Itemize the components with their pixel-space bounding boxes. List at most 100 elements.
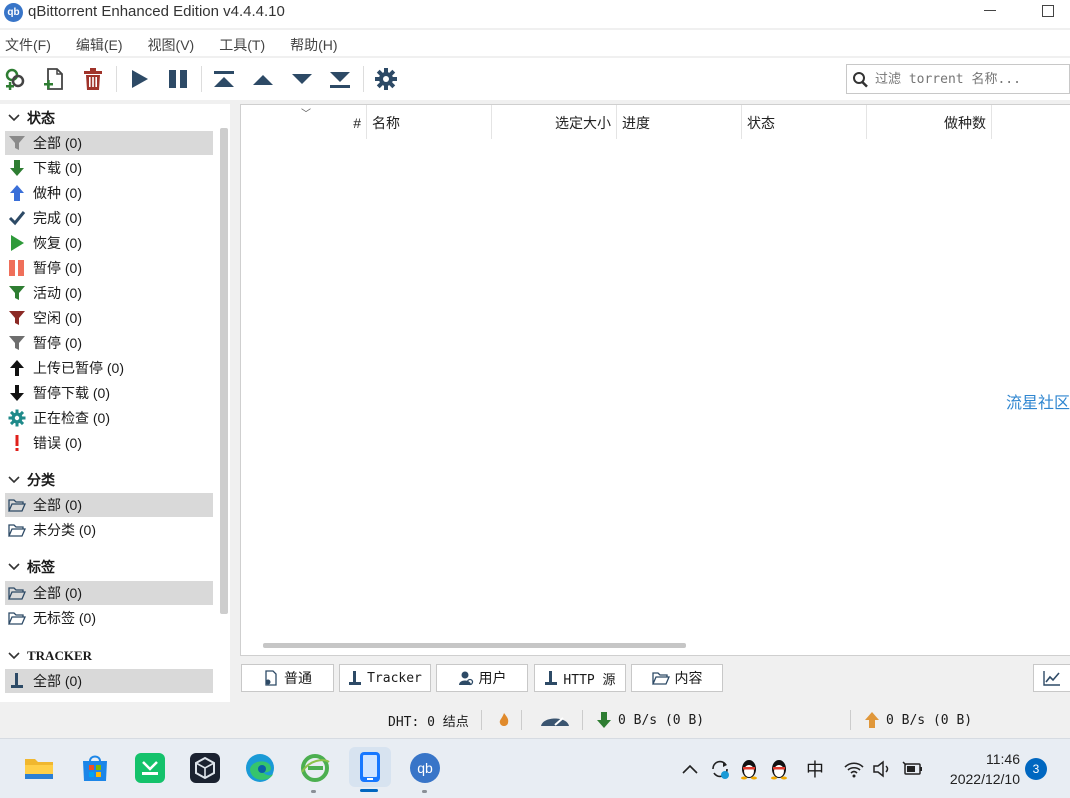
tab-tracker[interactable]: Tracker [339, 664, 431, 692]
delete-torrent-button[interactable] [79, 65, 107, 93]
column-header-size[interactable]: 选定大小 [492, 105, 617, 139]
tray-volume[interactable] [871, 757, 895, 781]
alt-speed-limit-toggle[interactable] [539, 711, 571, 727]
options-gear-icon [375, 68, 397, 90]
tracker-section-header[interactable]: TRACKER [7, 645, 92, 667]
sidebar-scrollbar[interactable] [220, 128, 228, 614]
chevron-down-icon [8, 652, 20, 660]
tray-sync[interactable] [708, 757, 732, 781]
chevron-down-icon [8, 476, 20, 484]
download-speed-label: 0 B/s (0 B) [618, 712, 705, 728]
options-button[interactable] [372, 65, 400, 93]
status-item-label: 活动 (0) [33, 285, 82, 301]
error-exclamation-icon [6, 434, 28, 452]
tracker-item-all[interactable]: 全部 (0) [5, 669, 213, 693]
move-top-button[interactable] [210, 65, 238, 93]
tray-power[interactable] [901, 757, 925, 781]
tag-item-untagged[interactable]: 无标签 (0) [5, 606, 213, 630]
taskbar-virtualbox[interactable] [189, 752, 221, 784]
category-item-uncategorized[interactable]: 未分类 (0) [5, 518, 213, 542]
status-separator [521, 710, 522, 730]
tray-qq-2[interactable] [767, 757, 791, 781]
status-item-checking[interactable]: 正在检查 (0) [5, 406, 213, 430]
menu-help[interactable]: 帮助(H) [285, 30, 337, 56]
menu-tools[interactable]: 工具(T) [214, 30, 265, 56]
taskbar-phone-link[interactable] [349, 747, 391, 787]
upload-speed-status[interactable]: 0 B/s (0 B) [864, 711, 972, 729]
document-gear-icon [263, 670, 279, 686]
status-item-label: 做种 (0) [33, 185, 82, 201]
status-item-completed[interactable]: 完成 (0) [5, 206, 213, 230]
maximize-button[interactable] [1042, 5, 1054, 17]
wechat-like-icon [135, 753, 165, 783]
status-item-download-paused[interactable]: 暂停下载 (0) [5, 381, 213, 405]
tab-peers[interactable]: 用户 [436, 664, 528, 692]
status-item-errored[interactable]: 错误 (0) [5, 431, 213, 455]
move-up-button[interactable] [249, 65, 277, 93]
status-section-header[interactable]: 状态 [7, 107, 55, 129]
menu-file[interactable]: 文件(F) [0, 30, 51, 56]
taskbar-edge[interactable] [244, 752, 276, 784]
speed-graph-button[interactable] [1033, 664, 1070, 692]
tag-item-all[interactable]: 全部 (0) [5, 581, 213, 605]
status-item-all[interactable]: 全部 (0) [5, 131, 213, 155]
menu-edit[interactable]: 编辑(E) [71, 30, 123, 56]
column-header-number[interactable]: # [241, 105, 367, 139]
category-item-all[interactable]: 全部 (0) [5, 493, 213, 517]
tracker-item-label: 全部 (0) [33, 673, 82, 689]
resume-button[interactable] [125, 65, 153, 93]
status-item-resumed[interactable]: 恢复 (0) [5, 231, 213, 255]
folder-open-icon [6, 522, 28, 538]
column-header-name[interactable]: 名称 [367, 105, 492, 139]
filter-red-icon [6, 309, 28, 327]
status-separator [850, 710, 851, 730]
download-speed-status[interactable]: 0 B/s (0 B) [596, 711, 704, 729]
qbittorrent-icon: qb [410, 753, 440, 783]
status-item-seeding[interactable]: 做种 (0) [5, 181, 213, 205]
firewall-status[interactable] [497, 711, 511, 729]
column-header-seeds[interactable]: 做种数 [867, 105, 992, 139]
column-header-status[interactable]: 状态 [742, 105, 867, 139]
status-item-upload-paused[interactable]: 上传已暂停 (0) [5, 356, 213, 380]
chevron-down-icon [8, 114, 20, 122]
tab-content[interactable]: 内容 [631, 664, 723, 692]
status-item-downloading[interactable]: 下载 (0) [5, 156, 213, 180]
status-item-paused[interactable]: 暂停 (0) [5, 256, 213, 280]
svg-text:qb: qb [417, 760, 433, 776]
input-method-indicator[interactable]: 中 [803, 757, 827, 781]
status-item-inactive[interactable]: 空闲 (0) [5, 306, 213, 330]
dht-status: DHT: 0 结点 [388, 715, 469, 730]
taskbar-qbittorrent[interactable]: qb [409, 752, 441, 784]
user-icon [458, 670, 474, 686]
category-section-header[interactable]: 分类 [7, 469, 55, 491]
move-down-button[interactable] [288, 65, 316, 93]
status-item-stalled[interactable]: 暂停 (0) [5, 331, 213, 355]
edge-icon [246, 754, 274, 782]
horizontal-scrollbar[interactable] [263, 643, 686, 648]
move-bottom-button[interactable] [326, 65, 354, 93]
notification-badge[interactable]: 3 [1025, 758, 1047, 780]
search-input[interactable] [875, 69, 1065, 89]
tag-item-label: 无标签 (0) [33, 610, 96, 626]
minimize-button[interactable] [984, 10, 996, 11]
tray-wifi[interactable] [842, 757, 866, 781]
checkmark-icon [6, 209, 28, 227]
menu-view[interactable]: 视图(V) [143, 30, 195, 56]
tab-http-sources[interactable]: HTTP 源 [534, 664, 626, 692]
filter-green-icon [6, 284, 28, 302]
status-item-active[interactable]: 活动 (0) [5, 281, 213, 305]
taskbar-file-explorer[interactable] [23, 752, 55, 784]
taskbar-chat-app[interactable] [134, 752, 166, 784]
tag-section-header[interactable]: 标签 [7, 556, 55, 578]
tab-general[interactable]: 普通 [241, 664, 334, 692]
tray-overflow-button[interactable] [678, 757, 702, 781]
system-clock[interactable]: 11:46 2022/12/10 [940, 749, 1020, 789]
status-item-label: 错误 (0) [33, 435, 82, 451]
add-torrent-link-button[interactable] [2, 65, 30, 93]
taskbar-microsoft-store[interactable] [79, 752, 111, 784]
column-header-progress[interactable]: 进度 [617, 105, 742, 139]
tray-qq-1[interactable] [737, 757, 761, 781]
pause-button[interactable] [164, 65, 192, 93]
add-torrent-file-button[interactable] [40, 65, 68, 93]
taskbar-browser-e[interactable] [299, 752, 331, 784]
